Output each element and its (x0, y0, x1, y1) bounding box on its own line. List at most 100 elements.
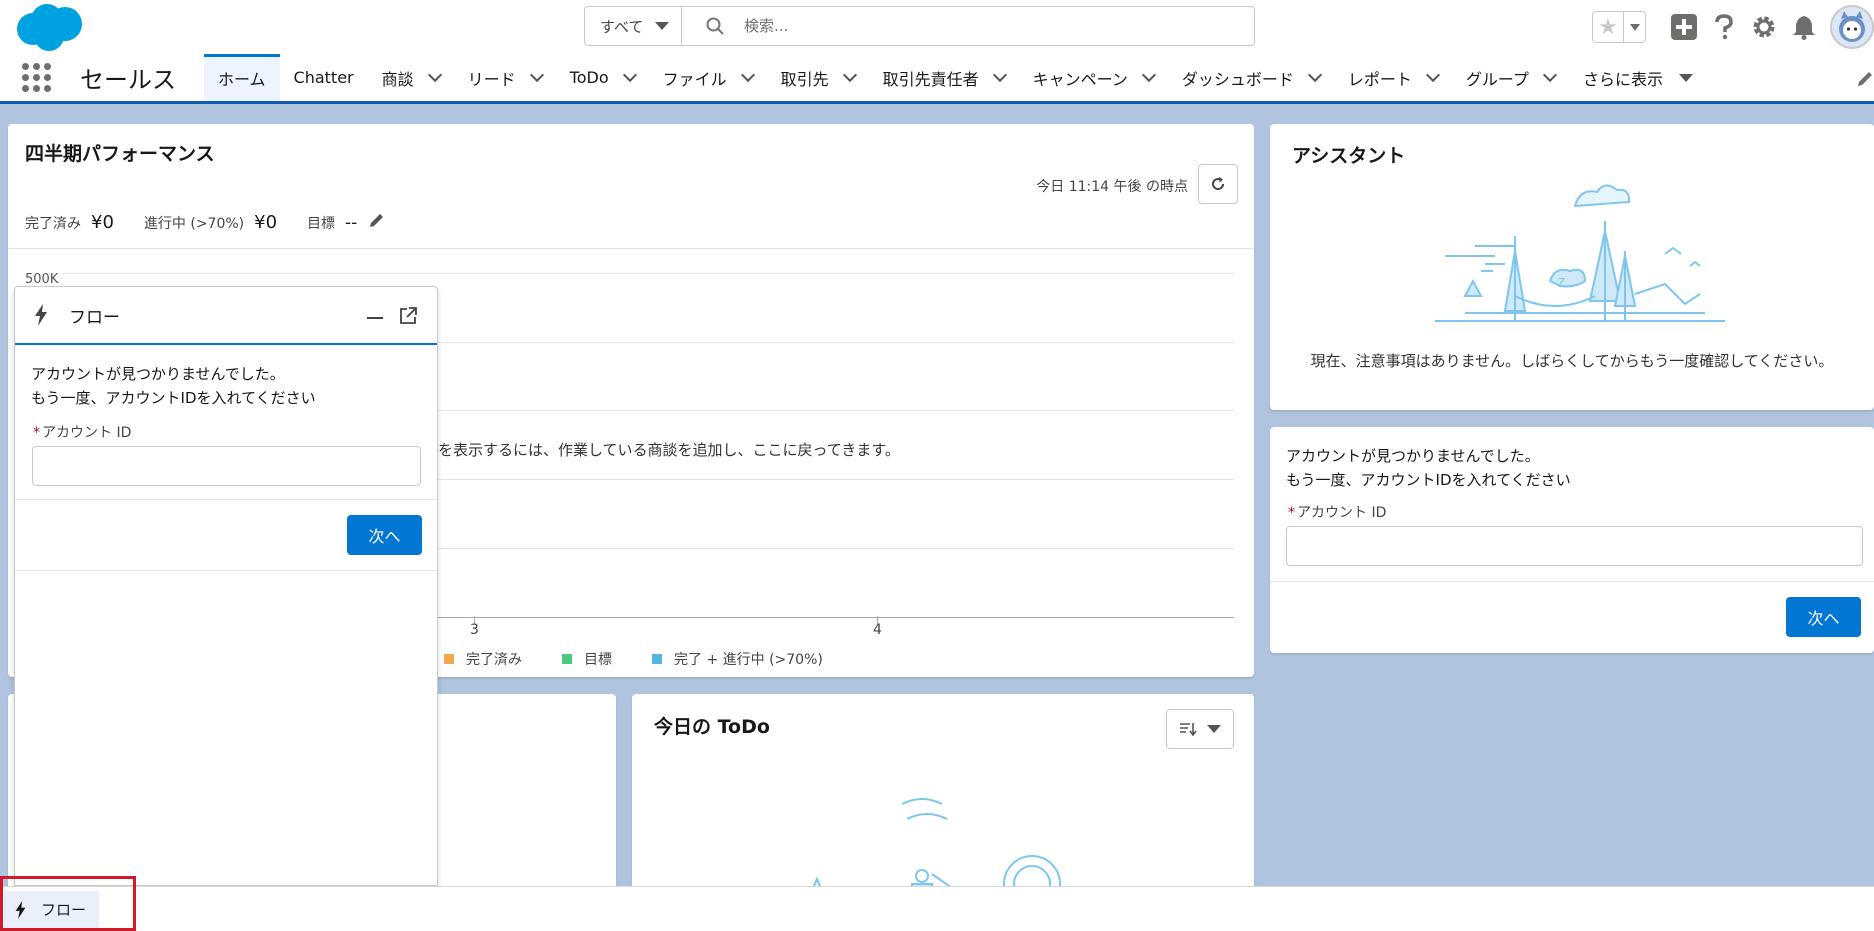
gridline (63, 273, 1234, 274)
account-id-input[interactable] (1286, 526, 1863, 566)
todo-filter-button[interactable] (1166, 709, 1234, 749)
flow-message-line: アカウントが見つかりませんでした。 (1286, 447, 1540, 465)
edit-nav-pencil-icon[interactable] (1856, 70, 1874, 88)
chart-legend: 完了済み 目標 完了 + 進行中 (>70%) (444, 649, 823, 669)
tab-chatter[interactable]: Chatter (280, 54, 368, 101)
app-navigation: セールス ホーム Chatter 商談 リード ToDo ファイル 取引先 取引… (0, 54, 1874, 104)
caret-down-icon (655, 22, 670, 30)
tab-home[interactable]: ホーム (204, 54, 280, 101)
goal-label: 目標 (307, 216, 336, 232)
flow-panel-header: フロー (15, 287, 437, 345)
chart-empty-message: を表示するには、作業している商談を追加し、ここに戻ってきます。 (438, 441, 900, 459)
tab-label: ホーム (218, 69, 266, 89)
tab-todo[interactable]: ToDo (556, 54, 649, 101)
card-title: 今日の ToDo (654, 716, 770, 738)
divider (8, 248, 1254, 249)
flow-utility-panel: フロー アカウントが見つかりませんでした。 もう一度、アカウントIDを入れてくだ… (14, 286, 438, 886)
setup-button[interactable] (1744, 7, 1784, 47)
chevron-down-icon[interactable] (992, 67, 1007, 83)
tab-label: 取引先責任者 (882, 69, 979, 89)
legend-label: 目標 (584, 652, 612, 668)
tab-leads[interactable]: リード (454, 54, 556, 101)
avatar-icon (1839, 11, 1865, 42)
flow-screen-card: アカウントが見つかりませんでした。 もう一度、アカウントIDを入れてください *… (1270, 427, 1874, 653)
flow-message-line: もう一度、アカウントIDを入れてください (31, 389, 316, 407)
chevron-down-icon[interactable] (529, 67, 544, 83)
in-progress-value: ¥0 (254, 212, 278, 233)
minimize-icon[interactable] (367, 317, 383, 319)
app-launcher-button[interactable] (22, 62, 52, 93)
search-field (682, 7, 1254, 45)
flow-panel-title: フロー (69, 307, 120, 328)
goal-value: -- (345, 213, 358, 233)
tab-dashboards[interactable]: ダッシュボード (1168, 54, 1334, 101)
account-id-label-text: アカウント ID (1297, 505, 1387, 521)
search-input[interactable] (744, 17, 1244, 35)
tab-label: グループ (1465, 69, 1529, 89)
card-title: アシスタント (1292, 145, 1406, 167)
tab-label: 取引先 (780, 69, 829, 89)
x-axis-tick: 3 (470, 622, 479, 638)
chevron-down-icon[interactable] (622, 67, 637, 83)
flow-message: アカウントが見つかりませんでした。 もう一度、アカウントIDを入れてください (1286, 444, 1571, 492)
legend-item: 目標 (562, 649, 612, 669)
help-button[interactable] (1704, 7, 1744, 47)
lightning-icon (35, 304, 47, 326)
salesforce-logo[interactable] (13, 2, 85, 52)
tab-more[interactable]: さらに表示 (1569, 54, 1707, 101)
tab-campaigns[interactable]: キャンペーン (1019, 54, 1168, 101)
favorites-dropdown-button[interactable] (1623, 12, 1645, 42)
completed-label: 完了済み (25, 216, 81, 232)
help-icon (1715, 14, 1733, 40)
tab-label: ダッシュボード (1181, 69, 1294, 89)
chevron-down-icon[interactable] (1425, 67, 1440, 83)
tab-contacts[interactable]: 取引先責任者 (869, 54, 1019, 101)
account-id-label-text: アカウント ID (42, 425, 132, 441)
account-id-label: * アカウント ID (1288, 502, 1386, 522)
legend-swatch (652, 654, 662, 664)
required-marker: * (33, 425, 40, 441)
bell-icon (1793, 16, 1815, 40)
tab-label: Chatter (293, 68, 354, 87)
chevron-down-icon[interactable] (1542, 67, 1558, 83)
account-id-input[interactable] (32, 446, 421, 486)
next-button[interactable]: 次へ (347, 515, 422, 555)
chevron-down-icon[interactable] (1141, 67, 1156, 83)
flow-message-line: もう一度、アカウントIDを入れてください (1286, 471, 1571, 489)
footer-divider (1270, 581, 1874, 582)
tab-reports[interactable]: レポート (1334, 54, 1452, 101)
caret-down-icon (1207, 725, 1221, 733)
notifications-button[interactable] (1784, 7, 1824, 47)
legend-item: 完了 + 進行中 (>70%) (652, 649, 823, 669)
tab-opportunities[interactable]: 商談 (368, 54, 454, 101)
tab-files[interactable]: ファイル (649, 54, 767, 101)
app-name: セールス (80, 66, 176, 94)
tab-label: レポート (1347, 69, 1412, 89)
chevron-down-icon[interactable] (842, 67, 857, 83)
global-actions-button[interactable] (1664, 7, 1704, 47)
chevron-down-icon[interactable] (740, 67, 755, 83)
popout-icon[interactable] (399, 307, 417, 325)
footer-divider (15, 499, 437, 500)
completed-value: ¥0 (91, 212, 114, 233)
refresh-icon (1212, 177, 1225, 190)
refresh-button[interactable] (1198, 164, 1238, 204)
legend-swatch (562, 654, 572, 664)
favorites-star-icon[interactable]: ★ (1593, 12, 1623, 42)
tab-label: 商談 (381, 69, 414, 89)
as-of-timestamp: 今日 11:14 午後 の時点 (1036, 179, 1188, 195)
tab-accounts[interactable]: 取引先 (767, 54, 869, 101)
tab-groups[interactable]: グループ (1452, 54, 1569, 101)
assistant-card: アシスタント z 現在、注意事項はありません。しばらくしてからもう一度確認してく… (1270, 124, 1874, 410)
edit-goal-pencil-icon[interactable] (369, 212, 385, 228)
chevron-down-icon[interactable] (427, 67, 442, 83)
user-avatar[interactable] (1830, 5, 1874, 49)
chevron-down-icon[interactable] (1307, 67, 1322, 83)
highlight-box (0, 876, 136, 931)
next-button[interactable]: 次へ (1786, 597, 1861, 637)
performance-metrics: 完了済み ¥0 進行中 (>70%) ¥0 目標 -- (25, 212, 385, 233)
legend-swatch (444, 654, 454, 664)
in-progress-label: 進行中 (>70%) (143, 216, 245, 232)
plus-icon (1671, 14, 1697, 40)
search-scope-dropdown[interactable]: すべて (585, 7, 682, 45)
